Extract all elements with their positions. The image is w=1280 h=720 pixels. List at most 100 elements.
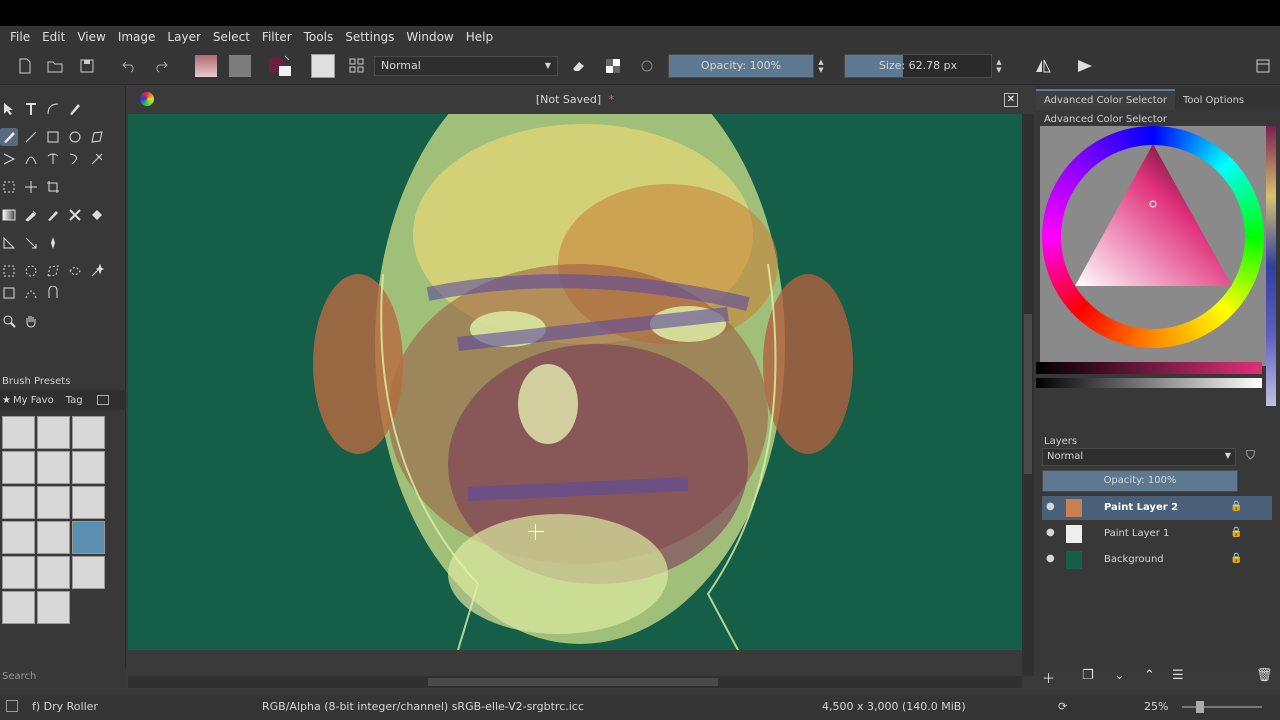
visibility-eye-icon[interactable]: ● [1046, 527, 1055, 538]
gradient-swatch[interactable] [194, 54, 218, 78]
menu-view[interactable]: View [71, 30, 111, 44]
saturation-value-triangle[interactable] [1040, 126, 1266, 348]
eraser-mode-icon[interactable] [568, 54, 590, 78]
gradient-tool-icon[interactable] [0, 206, 18, 224]
brush-preset[interactable] [2, 521, 35, 554]
brush-preset[interactable] [37, 416, 70, 449]
canvas-vertical-scrollbar[interactable] [1022, 114, 1034, 676]
tag-label[interactable]: Tag [66, 395, 83, 406]
mirror-vertical-icon[interactable] [1074, 54, 1096, 78]
painting-canvas[interactable] [128, 114, 1022, 650]
menu-filter[interactable]: Filter [256, 30, 298, 44]
measure-tool-icon[interactable] [22, 234, 40, 252]
brush-editor-grid-icon[interactable] [346, 54, 368, 78]
color-picker-icon[interactable] [22, 206, 40, 224]
lock-icon[interactable]: 🔒 [1230, 501, 1242, 512]
magnetic-select-icon[interactable] [44, 284, 62, 302]
duplicate-layer-icon[interactable]: ❐ [1082, 668, 1094, 683]
layer-row[interactable]: ● Background 🔒 [1042, 548, 1272, 572]
polygon-select-icon[interactable] [44, 262, 62, 280]
brush-preset-icon[interactable] [310, 54, 336, 78]
brush-preset[interactable] [72, 556, 105, 589]
opacity-spin-icon[interactable]: ▲ ▼ [816, 54, 826, 78]
freehand-select-icon[interactable] [66, 262, 84, 280]
foreground-background-colors[interactable] [266, 54, 296, 78]
brush-preset[interactable] [37, 591, 70, 624]
brush-search-input[interactable]: Search [0, 668, 126, 688]
mirror-horizontal-icon[interactable] [1032, 54, 1054, 78]
menu-file[interactable]: File [4, 30, 36, 44]
blend-mode-select[interactable]: Normal ▼ [374, 56, 558, 76]
pattern-swatch[interactable] [228, 54, 252, 78]
move-layer-up-icon[interactable]: ⌃ [1144, 668, 1155, 683]
brush-preset[interactable] [72, 451, 105, 484]
colorize-mask-icon[interactable] [44, 206, 62, 224]
layer-properties-icon[interactable]: ☰ [1172, 668, 1184, 683]
menu-select[interactable]: Select [207, 30, 256, 44]
size-spin-icon[interactable]: ▲ ▼ [994, 54, 1004, 78]
brush-preset[interactable] [37, 451, 70, 484]
brush-preset[interactable] [37, 521, 70, 554]
menu-layer[interactable]: Layer [161, 30, 206, 44]
lock-icon[interactable]: 🔒 [1230, 553, 1242, 564]
rect-select-icon[interactable] [0, 262, 18, 280]
multibrush-icon[interactable] [88, 150, 106, 168]
brush-preset[interactable] [72, 416, 105, 449]
menu-window[interactable]: Window [400, 30, 459, 44]
brush-preset[interactable] [72, 486, 105, 519]
brush-preset-selected[interactable] [72, 521, 105, 554]
menu-edit[interactable]: Edit [36, 30, 71, 44]
menu-settings[interactable]: Settings [339, 30, 400, 44]
text-tool-icon[interactable] [22, 100, 40, 118]
transform-tool-icon[interactable] [0, 178, 18, 196]
menu-help[interactable]: Help [460, 30, 499, 44]
close-document-icon[interactable]: ✕ [1004, 93, 1018, 107]
size-slider[interactable]: Size: 62.78 px [844, 54, 992, 78]
brush-preset[interactable] [2, 486, 35, 519]
crop-tool-icon[interactable] [44, 178, 62, 196]
visibility-eye-icon[interactable]: ● [1046, 501, 1055, 512]
filter-icon[interactable]: ⛉ [1246, 448, 1255, 463]
brush-preset[interactable] [2, 451, 35, 484]
open-folder-icon[interactable] [44, 54, 66, 78]
layer-row[interactable]: ● Paint Layer 2 🔒 [1042, 496, 1272, 520]
workspace-icon[interactable] [1252, 54, 1274, 78]
tag-filter[interactable]: My Favo [13, 395, 54, 406]
color-history-strip[interactable] [1266, 126, 1276, 406]
visibility-eye-icon[interactable]: ● [1046, 553, 1055, 564]
freehand-brush-icon[interactable] [0, 128, 18, 146]
zoom-tool-icon[interactable] [0, 312, 18, 330]
bezier-select-icon[interactable] [22, 284, 40, 302]
line-tool-icon[interactable] [22, 128, 40, 146]
brush-preset[interactable] [37, 486, 70, 519]
assistant-tool-icon[interactable] [0, 234, 18, 252]
pan-tool-icon[interactable] [22, 312, 40, 330]
brush-preset[interactable] [2, 556, 35, 589]
delete-layer-icon[interactable]: 🗑 [1256, 668, 1273, 683]
polyline-tool-icon[interactable] [0, 150, 18, 168]
canvas-horizontal-scrollbar[interactable] [128, 676, 1022, 688]
similar-select-icon[interactable] [0, 284, 18, 302]
reference-tool-icon[interactable] [44, 234, 62, 252]
smart-patch-icon[interactable] [66, 206, 84, 224]
tab-advanced-color-selector[interactable]: Advanced Color Selector [1036, 89, 1175, 110]
dynamic-brush-icon[interactable] [66, 150, 84, 168]
move-tool-icon[interactable] [22, 178, 40, 196]
freehand-path-icon[interactable] [44, 150, 62, 168]
brush-preset[interactable] [37, 556, 70, 589]
tab-tool-options[interactable]: Tool Options [1175, 91, 1252, 110]
document-tab[interactable]: [Not Saved] * ✕ [128, 88, 1022, 114]
move-layer-down-icon[interactable]: ⌄ [1114, 668, 1125, 683]
select-shapes-icon[interactable] [0, 100, 18, 118]
rectangle-tool-icon[interactable] [44, 128, 62, 146]
rotate-canvas-icon[interactable]: ⟳ [1058, 700, 1067, 713]
opacity-slider[interactable]: Opacity: 100% [668, 54, 814, 78]
save-icon[interactable] [76, 54, 98, 78]
lock-icon[interactable]: 🔒 [1230, 527, 1242, 538]
new-document-icon[interactable] [14, 54, 36, 78]
menu-image[interactable]: Image [112, 30, 162, 44]
value-bar[interactable] [1036, 362, 1262, 374]
layers-blend-select[interactable]: Normal ▼ [1042, 448, 1236, 466]
magic-wand-icon[interactable] [88, 262, 106, 280]
ellipse-select-icon[interactable] [22, 262, 40, 280]
